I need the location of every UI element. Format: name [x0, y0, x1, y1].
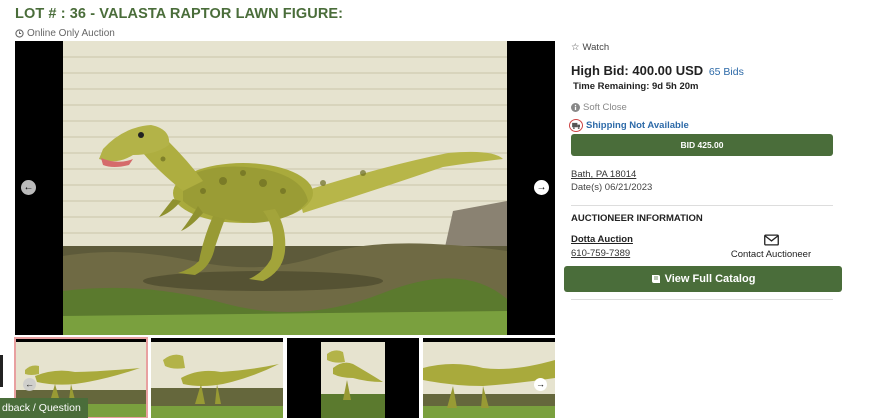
arrow-right-icon: →	[536, 182, 547, 193]
high-bid: High Bid: 400.00 USD 65 Bids	[571, 63, 744, 78]
view-catalog-button[interactable]: View Full Catalog	[564, 266, 842, 292]
auctioneer-name-link[interactable]: Dotta Auction	[571, 234, 633, 245]
thumbnail-prev-button[interactable]: ←	[23, 378, 36, 391]
book-icon	[651, 275, 660, 283]
auction-dates: Date(s) 06/21/2023	[571, 182, 653, 193]
thumbnail-next-button[interactable]: →	[534, 378, 547, 391]
time-remaining: Time Remaining: 9d 5h 20m	[573, 81, 699, 92]
star-icon: ☆	[571, 42, 580, 53]
auctioneer-phone-link[interactable]: 610-759-7389	[571, 248, 630, 259]
auction-type-label: Online Only Auction	[27, 28, 115, 39]
next-image-button[interactable]: →	[534, 180, 549, 195]
contact-auctioneer-button[interactable]: Contact Auctioneer	[724, 234, 818, 260]
thumbnail-4[interactable]	[423, 338, 555, 418]
auction-type: Online Only Auction	[15, 28, 115, 39]
thumbnail-3[interactable]	[287, 338, 419, 418]
feedback-tab[interactable]: dback / Question	[0, 398, 88, 418]
divider	[571, 299, 833, 300]
arrow-left-icon: ←	[23, 182, 34, 193]
edge-marker	[0, 355, 3, 387]
auctioneer-heading: AUCTIONEER INFORMATION	[571, 213, 703, 224]
watch-button[interactable]: ☆ Watch	[571, 42, 609, 53]
lot-title: LOT # : 36 - VALASTA RAPTOR LAWN FIGURE:	[15, 6, 344, 22]
soft-close[interactable]: Soft Close	[571, 102, 627, 113]
envelope-icon	[763, 234, 779, 246]
watch-label: Watch	[582, 42, 610, 53]
truck-icon	[569, 119, 583, 132]
location-link[interactable]: Bath, PA 18014	[571, 169, 636, 180]
clock-icon	[15, 29, 24, 38]
contact-label: Contact Auctioneer	[730, 249, 812, 260]
bid-button[interactable]: BID 425.00	[571, 134, 833, 156]
info-icon	[571, 103, 580, 112]
bid-count-link[interactable]: 65 Bids	[709, 66, 744, 78]
shipping-status: Shipping Not Available	[569, 119, 689, 132]
arrow-right-icon: →	[536, 379, 545, 389]
soft-close-label: Soft Close	[583, 102, 627, 113]
lot-photo	[63, 41, 507, 335]
thumbnail-strip: ← →	[14, 336, 555, 418]
arrow-left-icon: ←	[25, 379, 34, 389]
catalog-label: View Full Catalog	[664, 273, 756, 285]
prev-image-button[interactable]: ←	[21, 180, 36, 195]
image-viewer[interactable]: ← →	[15, 41, 555, 335]
high-bid-label: High Bid: 400.00 USD	[571, 63, 704, 78]
divider	[571, 205, 833, 206]
thumbnail-2[interactable]	[151, 338, 283, 418]
shipping-label: Shipping Not Available	[586, 120, 689, 131]
